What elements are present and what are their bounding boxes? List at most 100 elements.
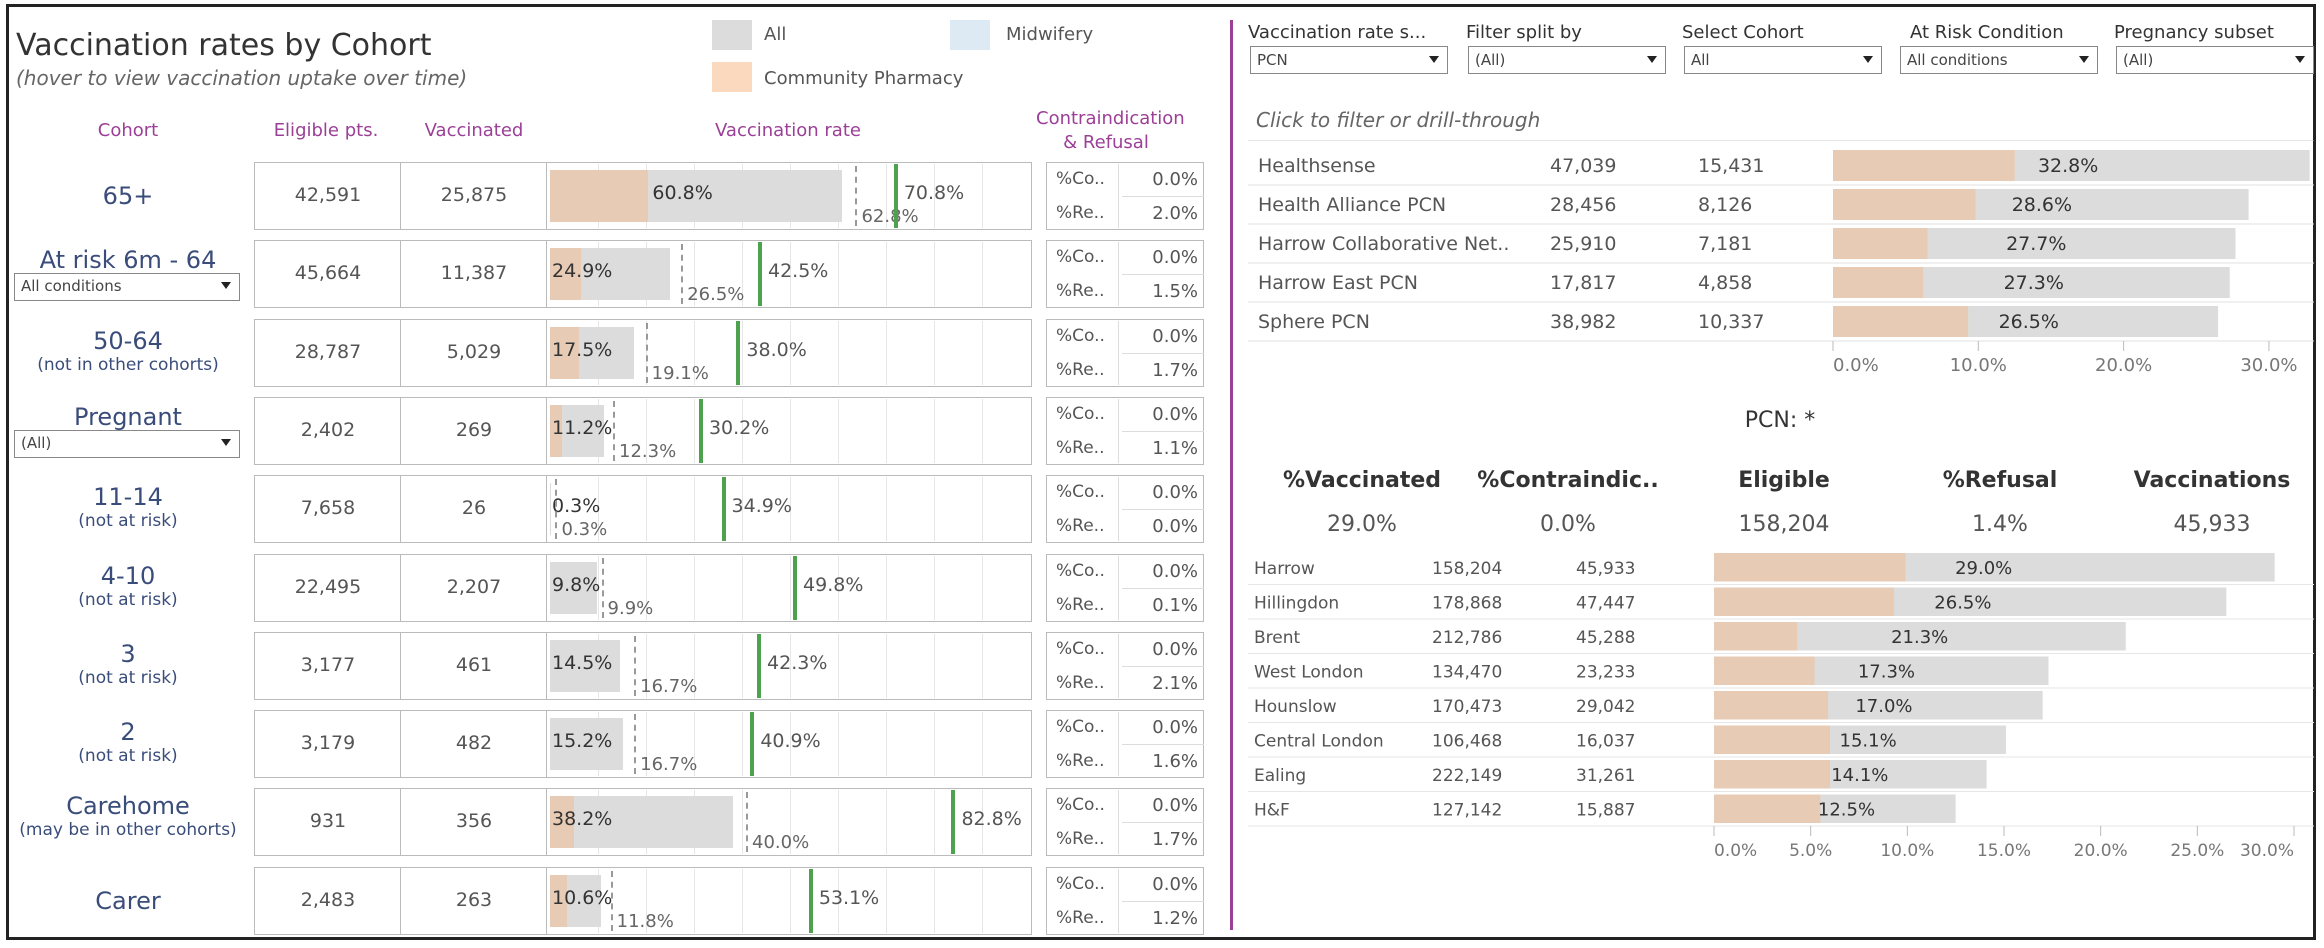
- cohort-subtitle: (not at risk): [78, 511, 178, 532]
- contra-divider: [1122, 900, 1204, 902]
- vaccinated-value: 482: [455, 732, 493, 755]
- gridline: [742, 790, 743, 855]
- refusal-prefix: %Re..: [1056, 594, 1105, 615]
- gridline: [790, 555, 791, 620]
- vaccinated-value: 5,029: [446, 340, 502, 363]
- area-eligible: 127,142: [1432, 801, 1502, 821]
- filter-dropdown-vaccination-rate[interactable]: PCN: [1250, 46, 1448, 74]
- filter-value: (All): [2123, 51, 2154, 69]
- bar-community-pharmacy: [1833, 189, 1976, 220]
- legend-swatch-midwifery[interactable]: [950, 20, 990, 50]
- gridline: [742, 868, 743, 933]
- cohort-label: 65+: [12, 182, 244, 210]
- chevron-down-icon: [1647, 56, 1657, 63]
- rate-label: 27.7%: [2006, 233, 2066, 255]
- refusal-value: 1.5%: [1152, 281, 1198, 303]
- gridline: [886, 242, 887, 307]
- at-risk-condition-dropdown[interactable]: All conditions: [14, 273, 240, 301]
- refusal-prefix: %Re..: [1056, 751, 1105, 772]
- filter-dropdown-select-cohort[interactable]: All: [1684, 46, 1882, 74]
- bar-community-pharmacy[interactable]: [550, 170, 649, 222]
- area-vaccinated: 31,261: [1576, 766, 1635, 786]
- area-bar-chart: Harrow 158,204 45,933 29.0% Hillingdon 178,86…: [1248, 553, 2314, 861]
- filter-label-vaccination-rate: Vaccination rate s...: [1248, 22, 1427, 43]
- filter-value: (All): [1475, 51, 1506, 69]
- refusal-prefix: %Re..: [1056, 437, 1105, 458]
- rate-label: 17.0%: [1855, 696, 1912, 717]
- contra-vdivider: [1118, 398, 1119, 463]
- pcn-name: Health Alliance PCN: [1258, 194, 1446, 216]
- x-tick-label: 30.0%: [2240, 355, 2297, 376]
- at-risk-dropdown-value: All conditions: [21, 277, 122, 295]
- contraindication-value: 0.0%: [1152, 169, 1198, 190]
- reference-label: 40.0%: [752, 832, 810, 854]
- col-header-vaccinated: Vaccinated: [424, 120, 524, 141]
- refusal-value: 1.7%: [1152, 359, 1198, 381]
- target-line: [750, 712, 755, 777]
- area-eligible: 222,149: [1432, 766, 1502, 786]
- gridline: [886, 633, 887, 698]
- gridline: [982, 633, 983, 698]
- filter-dropdown-pregnancy-subset[interactable]: (All): [2116, 46, 2314, 74]
- cohort-label: Pregnant: [12, 403, 244, 431]
- rate-label: 38.2%: [552, 808, 613, 831]
- gridline: [694, 477, 695, 542]
- gridline: [886, 868, 887, 933]
- filter-dropdown-split-by[interactable]: (All): [1468, 46, 1666, 74]
- legend-swatch-all[interactable]: [712, 20, 752, 50]
- gridline: [934, 477, 935, 542]
- cohort-label: 2 (not at risk): [12, 718, 244, 766]
- rate-label: 9.8%: [552, 573, 601, 596]
- contra-prefix: %Co..: [1056, 795, 1105, 816]
- filter-value: PCN: [1257, 51, 1288, 69]
- pcn-vaccinated: 7,181: [1698, 233, 1752, 255]
- target-label: 30.2%: [708, 416, 770, 439]
- reference-label: 16.7%: [640, 675, 698, 697]
- refusal-prefix: %Re..: [1056, 281, 1105, 302]
- area-name: Central London: [1254, 732, 1384, 752]
- area-eligible: 134,470: [1432, 663, 1502, 683]
- rate-label: 14.5%: [552, 651, 613, 674]
- chevron-down-icon: [221, 439, 231, 446]
- x-tick-label: 20.0%: [2074, 841, 2128, 861]
- pregnancy-subset-dropdown[interactable]: (All): [14, 430, 240, 458]
- reference-label: 12.3%: [619, 440, 677, 462]
- rate-label: 12.5%: [1818, 800, 1875, 821]
- eligible-value: 3,177: [300, 653, 356, 676]
- rate-label: 28.6%: [2012, 194, 2072, 216]
- target-label: 82.8%: [961, 808, 1022, 831]
- target-label: 42.3%: [767, 651, 828, 674]
- area-vaccinated: 16,037: [1576, 732, 1635, 752]
- legend-swatch-community-pharmacy[interactable]: [712, 62, 752, 92]
- reference-label: 0.3%: [561, 519, 608, 541]
- target-line: [808, 868, 813, 933]
- chevron-down-icon: [1863, 56, 1873, 63]
- rate-label: 21.3%: [1891, 627, 1948, 648]
- target-line: [721, 477, 726, 542]
- refusal-prefix: %Re..: [1056, 907, 1105, 928]
- gridline: [694, 398, 695, 463]
- contraindication-value: 0.0%: [1152, 403, 1198, 425]
- area-vaccinated: 45,288: [1576, 628, 1635, 648]
- target-line: [793, 555, 798, 620]
- pcn-bar-chart: Healthsense 47,039 15,431 32.8% Health Allia…: [1248, 140, 2314, 376]
- pcn-name: Sphere PCN: [1258, 311, 1370, 333]
- col-header-vaccination-rate: Vaccination rate: [715, 120, 861, 141]
- x-tick-label: 15.0%: [1977, 841, 2031, 861]
- bar-community-pharmacy: [1833, 150, 2015, 181]
- filter-value: All: [1691, 51, 1710, 69]
- filter-dropdown-at-risk-condition[interactable]: All conditions: [1900, 46, 2098, 74]
- drill-through-hint: Click to filter or drill-through: [1256, 108, 1541, 132]
- contraindication-value: 0.0%: [1152, 795, 1198, 817]
- rate-label: 15.2%: [552, 730, 613, 753]
- gridline: [982, 477, 983, 542]
- contra-divider: [1122, 274, 1204, 276]
- cohort-name: Carer: [95, 886, 161, 915]
- contra-prefix: %Co..: [1056, 482, 1105, 503]
- eligible-value: 7,658: [300, 497, 356, 520]
- chevron-down-icon: [1429, 56, 1439, 63]
- target-label: 40.9%: [760, 730, 821, 753]
- panel-divider: [1230, 20, 1233, 930]
- reference-label: 26.5%: [687, 284, 745, 306]
- refusal-value: 1.7%: [1152, 829, 1198, 851]
